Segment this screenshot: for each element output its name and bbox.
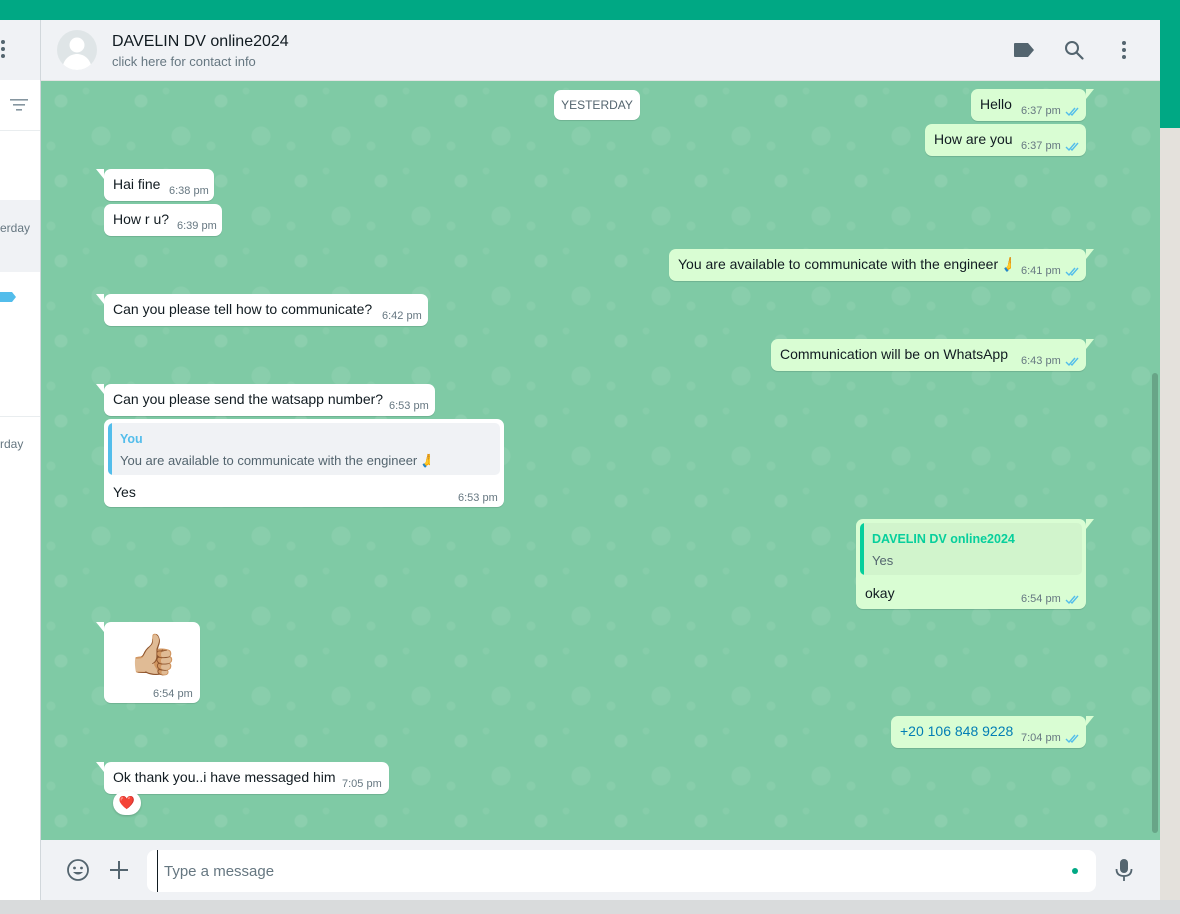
chat-scrollbar[interactable] <box>1152 373 1158 833</box>
menu-icon[interactable] <box>1112 38 1136 62</box>
message-time: 6:39 pm <box>177 220 217 232</box>
message-time: 6:37 pm <box>1021 105 1061 117</box>
app-bottom-background <box>0 900 1180 914</box>
date-divider: YESTERDAY <box>554 90 640 120</box>
message-text: Can you please tell how to communicate? <box>113 301 373 317</box>
message-time: 7:04 pm <box>1021 732 1061 744</box>
outgoing-message[interactable]: You are available to communicate with th… <box>669 249 1094 281</box>
chat-header[interactable]: DAVELIN DV online2024 click here for con… <box>41 20 1160 81</box>
read-ticks-icon <box>1065 142 1079 152</box>
read-ticks-icon <box>1065 107 1079 117</box>
contact-name[interactable]: DAVELIN DV online2024 <box>112 33 289 51</box>
emoji-icon[interactable] <box>66 858 90 882</box>
read-ticks-icon <box>1065 357 1079 367</box>
outgoing-message[interactable]: Communication will be on WhatsApp 6:43 p… <box>771 339 1094 371</box>
incoming-message[interactable]: Hai fine 6:38 pm <box>96 169 214 201</box>
message-input-box[interactable] <box>147 850 1096 892</box>
message-time: 6:37 pm <box>1021 140 1061 152</box>
message-composer-bar <box>41 840 1160 900</box>
microphone-icon[interactable] <box>1112 858 1136 882</box>
quote-bar <box>108 423 112 475</box>
quoted-message[interactable]: You You are available to communicate wit… <box>108 423 500 475</box>
read-ticks-icon <box>1065 734 1079 744</box>
message-text: How r u? <box>113 211 170 227</box>
message-text: How are you <box>934 131 1013 147</box>
app-right-background <box>1160 128 1180 914</box>
chat-conversation[interactable]: YESTERDAY Hello 6:37 pm How are you 6:37… <box>41 81 1160 840</box>
message-time: 6:42 pm <box>382 310 422 322</box>
quoted-message[interactable]: DAVELIN DV online2024 Yes <box>860 523 1082 575</box>
phone-number-link[interactable]: +20 106 848 9228 <box>900 723 1013 739</box>
heart-reaction[interactable]: ❤️ <box>113 791 141 815</box>
status-dot-icon <box>1072 868 1078 874</box>
heart-icon: ❤️ <box>118 795 136 810</box>
message-text: Hai fine <box>113 176 161 192</box>
label-tag-icon <box>0 292 16 302</box>
thumbs-up-emoji: 👍🏼 <box>128 633 178 677</box>
search-icon[interactable] <box>1062 38 1086 62</box>
outgoing-message[interactable]: How are you 6:37 pm <box>925 124 1086 156</box>
chat-list-time: rday <box>0 437 24 451</box>
message-text: You are available to communicate with th… <box>678 256 1011 272</box>
quote-bar <box>860 523 864 575</box>
message-text: Ok thank you..i have messaged him <box>113 769 336 785</box>
message-time: 6:53 pm <box>458 492 498 504</box>
filter-icon[interactable] <box>10 98 28 112</box>
incoming-message[interactable]: Can you please send the watsapp number? … <box>96 384 435 416</box>
quoted-author: You <box>120 432 143 446</box>
message-text: Can you please send the watsapp number? <box>113 391 384 407</box>
incoming-sticker-message[interactable]: 👍🏼 6:54 pm <box>96 622 200 703</box>
incoming-message[interactable]: Ok thank you..i have messaged him 7:05 p… <box>96 762 389 794</box>
chat-list-item-selected[interactable] <box>0 200 40 272</box>
quoted-text: Yes <box>872 553 894 568</box>
incoming-message[interactable]: Can you please tell how to communicate? … <box>96 294 428 326</box>
message-time: 6:53 pm <box>389 400 429 412</box>
contact-avatar[interactable] <box>57 30 97 70</box>
message-text: Communication will be on WhatsApp <box>780 346 1008 362</box>
outgoing-message[interactable]: +20 106 848 9228 7:04 pm <box>891 716 1094 748</box>
outgoing-message[interactable]: Hello 6:37 pm <box>971 89 1094 121</box>
attach-plus-icon[interactable] <box>107 858 131 882</box>
message-time: 6:41 pm <box>1021 265 1061 277</box>
sidebar-divider <box>0 416 40 417</box>
message-text: Hello <box>980 96 1012 112</box>
message-time: 6:54 pm <box>1021 593 1061 605</box>
outgoing-reply-message[interactable]: DAVELIN DV online2024 Yes okay 6:54 pm <box>856 519 1094 609</box>
incoming-message[interactable]: How r u? 6:39 pm <box>104 204 222 236</box>
message-input[interactable] <box>157 850 1070 892</box>
contact-info-hint[interactable]: click here for contact info <box>112 54 256 69</box>
app-right-band <box>1160 20 1180 128</box>
sidebar-menu-icon[interactable] <box>0 40 8 60</box>
message-time: 6:43 pm <box>1021 355 1061 367</box>
message-text: Yes <box>113 484 136 500</box>
label-icon[interactable] <box>1012 38 1036 62</box>
read-ticks-icon <box>1065 595 1079 605</box>
quoted-author: DAVELIN DV online2024 <box>872 532 1015 546</box>
default-avatar-icon <box>62 37 92 70</box>
chat-list-time: erday <box>0 221 31 235</box>
sidebar-header <box>0 20 40 80</box>
read-ticks-icon <box>1065 267 1079 277</box>
quoted-text: You are available to communicate with th… <box>120 453 430 468</box>
app-top-band <box>0 0 1180 20</box>
incoming-reply-message[interactable]: You You are available to communicate wit… <box>104 419 504 507</box>
message-text: okay <box>865 585 895 601</box>
chat-list-sidebar: erday rday <box>0 20 41 900</box>
message-time: 6:54 pm <box>153 688 193 700</box>
sidebar-divider <box>0 130 40 131</box>
message-time: 7:05 pm <box>342 778 382 790</box>
message-time: 6:38 pm <box>169 185 209 197</box>
